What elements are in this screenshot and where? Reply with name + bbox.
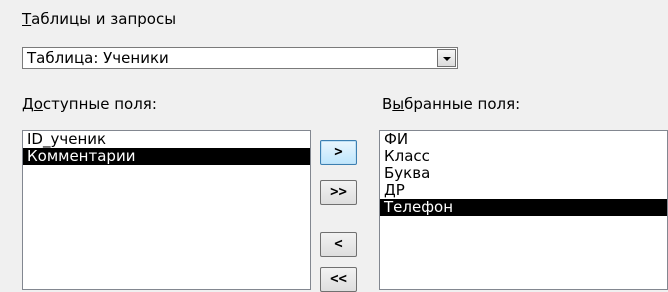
combo-dropdown-button[interactable] bbox=[437, 49, 456, 67]
selected-label-rest: бранные поля: bbox=[404, 95, 521, 113]
available-label-accesskey: о bbox=[33, 95, 43, 113]
selected-field-item[interactable]: ДР bbox=[380, 182, 667, 199]
table-query-select[interactable]: Таблица: Ученики bbox=[22, 47, 458, 69]
chevron-down-icon bbox=[443, 57, 451, 61]
available-fields-label: Доступные поля: bbox=[22, 95, 157, 113]
available-field-item[interactable]: ID_ученик bbox=[23, 131, 310, 148]
available-field-item-selected[interactable]: Комментарии bbox=[23, 148, 310, 165]
selected-label-pre: В bbox=[382, 95, 393, 113]
available-label-pre: Д bbox=[22, 95, 34, 113]
remove-all-fields-button[interactable]: << bbox=[320, 267, 357, 292]
selected-field-item[interactable]: Класс bbox=[380, 148, 667, 165]
available-fields-list[interactable]: ID_ученик Комментарии bbox=[22, 130, 311, 290]
add-field-button[interactable]: > bbox=[320, 140, 357, 165]
selected-fields-list[interactable]: ФИ Класс Буква ДР Телефон bbox=[379, 130, 668, 290]
add-all-fields-button[interactable]: >> bbox=[320, 180, 357, 205]
table-query-select-value: Таблица: Ученики bbox=[27, 49, 169, 67]
available-label-rest: ступные поля: bbox=[42, 95, 157, 113]
selected-fields-label: Выбранные поля: bbox=[382, 95, 520, 113]
selected-field-item[interactable]: Буква bbox=[380, 165, 667, 182]
selected-field-item[interactable]: ФИ bbox=[380, 131, 667, 148]
section-title-accesskey: Т bbox=[22, 10, 32, 28]
section-title: Таблицы и запросы bbox=[22, 10, 176, 28]
remove-field-button[interactable]: < bbox=[320, 232, 357, 257]
section-title-rest: аблицы и запросы bbox=[31, 10, 177, 28]
selected-label-accesskey: ы bbox=[392, 95, 405, 113]
selected-field-item-selected[interactable]: Телефон bbox=[380, 199, 667, 216]
